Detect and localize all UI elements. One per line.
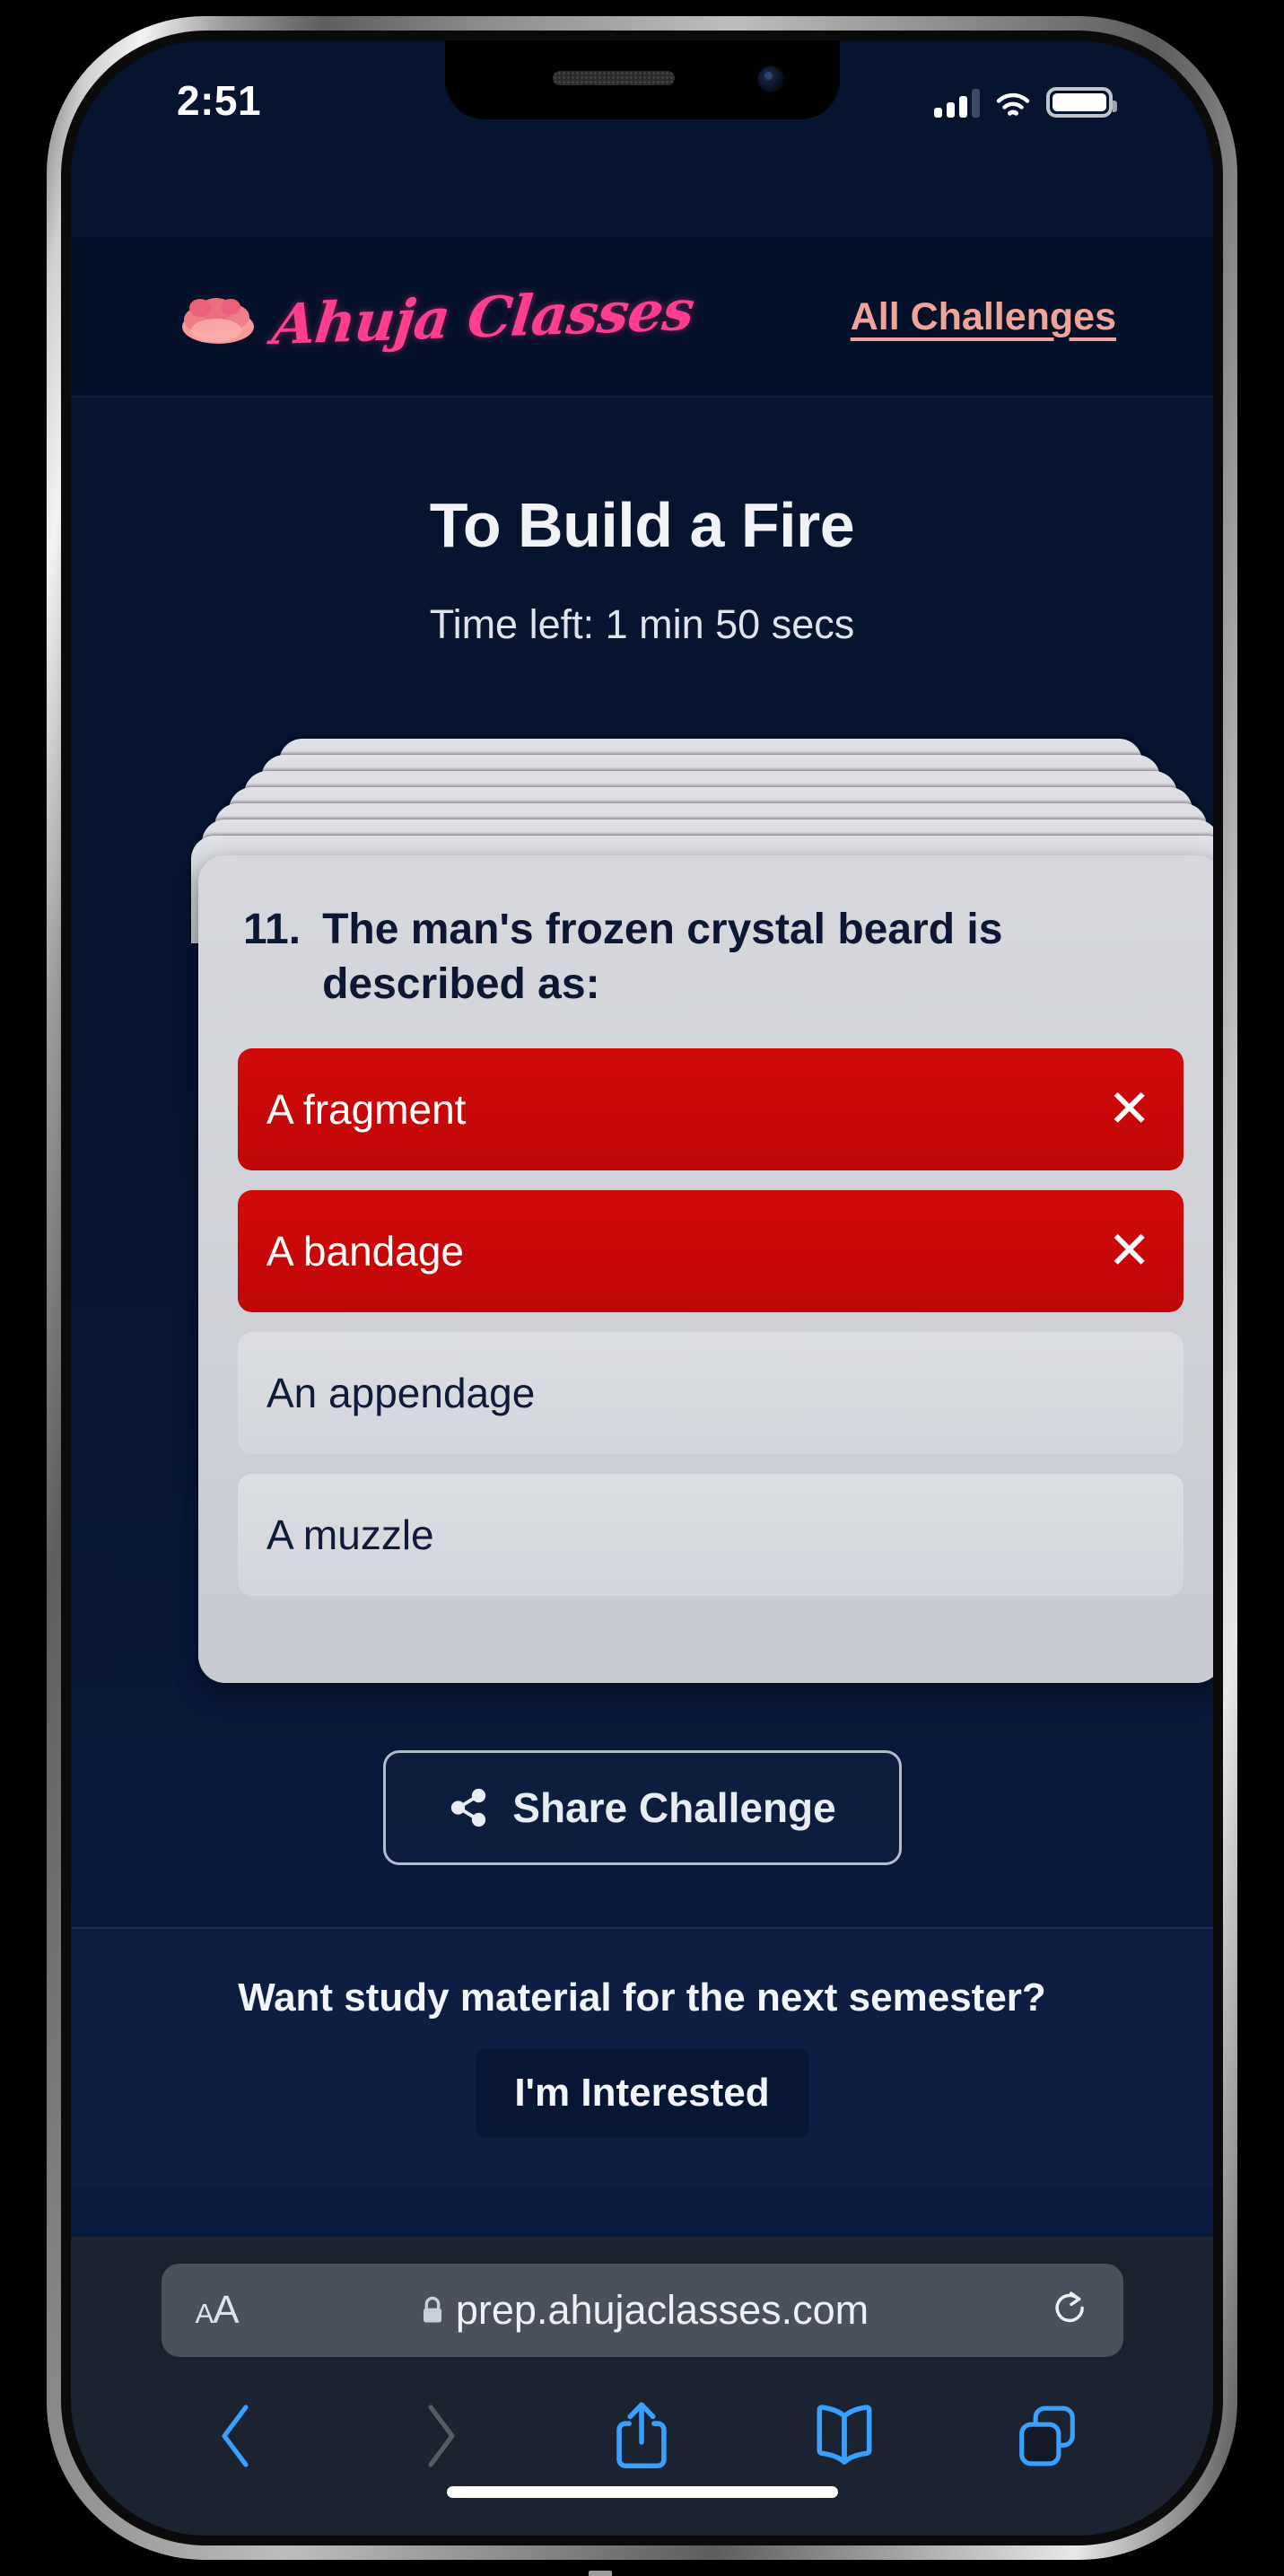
url-text: prep.ahujaclasses.com <box>455 2287 869 2333</box>
lock-icon <box>423 2296 441 2323</box>
incorrect-x-icon: ✕ <box>1107 1079 1151 1138</box>
bookmarks-button[interactable] <box>799 2391 889 2481</box>
answer-option-2[interactable]: A bandage ✕ <box>238 1189 1184 1312</box>
bookmarks-icon <box>817 2405 872 2465</box>
question-text: The man's frozen crystal beard is descri… <box>322 906 1003 1009</box>
wifi-icon <box>996 92 1030 116</box>
incorrect-x-icon: ✕ <box>1107 1221 1151 1280</box>
tabs-button[interactable] <box>1002 2391 1092 2481</box>
reload-icon[interactable] <box>1052 2290 1089 2331</box>
site-header: Ahuja Classes All Challenges <box>71 238 1213 398</box>
phone-screen: Ahuja Classes All Challenges To Build a … <box>71 40 1213 2536</box>
im-interested-button[interactable]: I'm Interested <box>474 2047 810 2139</box>
brand-name: Ahuja Classes <box>269 276 697 357</box>
brand-logo[interactable]: Ahuja Classes <box>177 276 697 357</box>
answer-option-label: A bandage <box>266 1227 465 1275</box>
back-button[interactable] <box>192 2391 282 2481</box>
answer-options-list: A fragment ✕ A bandage ✕ An appendage A … <box>238 1047 1184 1596</box>
all-challenges-link[interactable]: All Challenges <box>851 295 1116 339</box>
phone-bezel: Ahuja Classes All Challenges To Build a … <box>61 31 1223 2545</box>
share-challenge-button[interactable]: Share Challenge <box>382 1750 902 1865</box>
webpage-content: Ahuja Classes All Challenges To Build a … <box>71 40 1213 2536</box>
text-size-button[interactable]: AA <box>196 2288 240 2333</box>
quiz-title: To Build a Fire <box>429 490 855 560</box>
cta-banner: Want study material for the next semeste… <box>71 1927 1213 2187</box>
share-challenge-label: Share Challenge <box>512 1784 836 1831</box>
forward-button[interactable] <box>395 2391 485 2481</box>
back-icon <box>222 2405 249 2467</box>
device-stage: Ahuja Classes All Challenges To Build a … <box>0 0 1284 2576</box>
answer-option-3[interactable]: An appendage <box>238 1331 1184 1454</box>
status-bar-clock: 2:51 <box>177 77 262 124</box>
cta-prompt: Want study material for the next semeste… <box>238 1976 1046 2020</box>
address-bar[interactable]: AA prep.ahujaclasses.com <box>161 2264 1123 2357</box>
answer-option-4[interactable]: A muzzle <box>238 1473 1184 1596</box>
phone-frame: Ahuja Classes All Challenges To Build a … <box>47 16 1237 2576</box>
answer-option-label: A fragment <box>266 1085 467 1133</box>
cellular-bars-icon <box>934 89 980 118</box>
question-card-stack: 11. The man's frozen crystal beard is de… <box>71 739 1213 1704</box>
url-bar-row: AA prep.ahujaclasses.com <box>71 2264 1213 2357</box>
quiz-timer: Time left: 1 min 50 secs <box>429 601 855 647</box>
safari-bottom-bar: AA prep.ahujaclasses.com <box>71 2237 1213 2536</box>
url-display: prep.ahujaclasses.com <box>239 2287 1052 2334</box>
answer-option-label: A muzzle <box>266 1511 434 1558</box>
answer-option-1[interactable]: A fragment ✕ <box>238 1047 1184 1170</box>
status-bar-indicators <box>934 82 1117 118</box>
front-camera <box>756 66 784 92</box>
forward-icon <box>428 2405 455 2467</box>
earpiece-speaker <box>552 71 675 85</box>
home-indicator[interactable] <box>446 2486 838 2498</box>
battery-full-icon <box>1046 87 1117 118</box>
question-number: 11. <box>243 906 301 953</box>
rose-logo-icon <box>182 298 254 344</box>
share-sheet-button[interactable] <box>597 2391 686 2481</box>
frame-antenna-band <box>589 2571 612 2576</box>
question-card: 11. The man's frozen crystal beard is de… <box>198 855 1213 1683</box>
notch <box>444 40 840 119</box>
tabs-icon <box>1019 2405 1075 2466</box>
share-icon <box>616 2402 668 2469</box>
safari-toolbar <box>71 2382 1213 2490</box>
answer-option-label: An appendage <box>266 1369 536 1416</box>
share-nodes-icon <box>451 1788 486 1827</box>
question-row: 11. The man's frozen crystal beard is de… <box>238 902 1184 1012</box>
